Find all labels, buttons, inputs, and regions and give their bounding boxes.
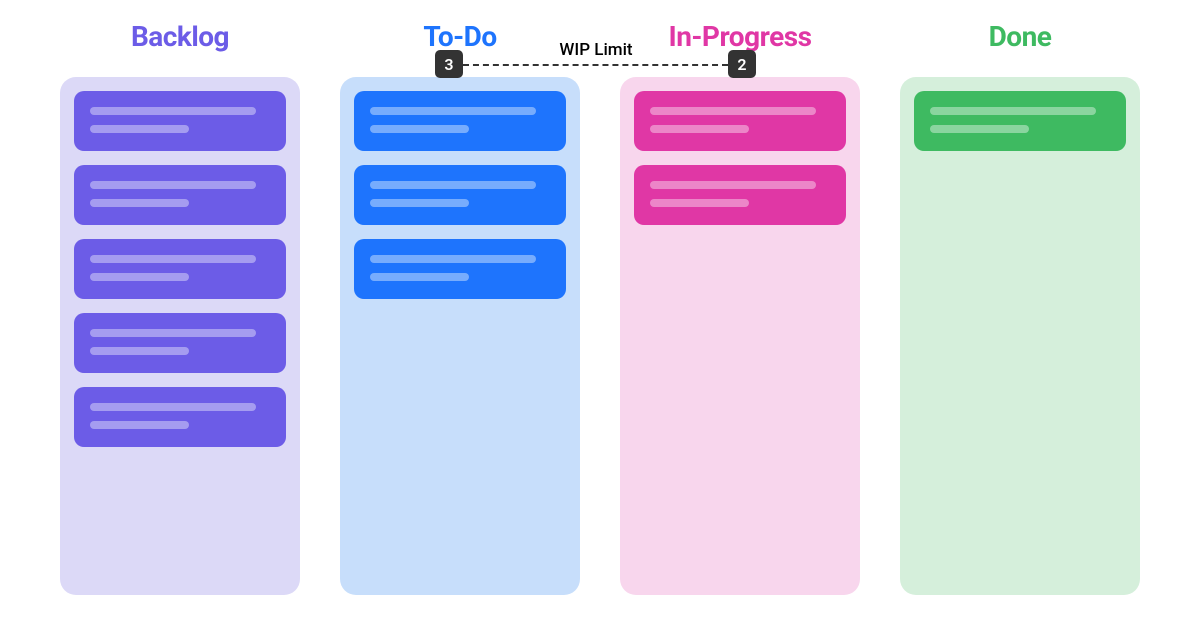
card-line-placeholder: [650, 125, 749, 133]
column-body[interactable]: [60, 77, 300, 595]
column-backlog: Backlog: [60, 20, 300, 595]
card-line-placeholder: [90, 329, 256, 337]
column-title: To-Do: [340, 20, 580, 53]
card-line-placeholder: [370, 199, 469, 207]
card-line-placeholder: [370, 181, 536, 189]
card-line-placeholder: [90, 421, 189, 429]
card-line-placeholder: [370, 273, 469, 281]
column-body[interactable]: [340, 77, 580, 595]
card-line-placeholder: [90, 125, 189, 133]
kanban-card[interactable]: [354, 91, 566, 151]
card-line-placeholder: [90, 181, 256, 189]
kanban-card[interactable]: [74, 387, 286, 447]
kanban-card[interactable]: [354, 165, 566, 225]
card-line-placeholder: [370, 125, 469, 133]
card-line-placeholder: [90, 255, 256, 263]
column-body[interactable]: [620, 77, 860, 595]
kanban-card[interactable]: [74, 239, 286, 299]
column-body[interactable]: [900, 77, 1140, 595]
column-title: Backlog: [60, 20, 300, 53]
column-done: Done: [900, 20, 1140, 595]
column-in-progress: In-Progress: [620, 20, 860, 595]
column-title: In-Progress: [620, 20, 860, 53]
card-line-placeholder: [90, 107, 256, 115]
kanban-card[interactable]: [634, 91, 846, 151]
kanban-card[interactable]: [354, 239, 566, 299]
card-line-placeholder: [930, 125, 1029, 133]
kanban-card[interactable]: [74, 91, 286, 151]
column-todo: To-Do: [340, 20, 580, 595]
card-line-placeholder: [90, 403, 256, 411]
card-line-placeholder: [650, 107, 816, 115]
card-line-placeholder: [90, 199, 189, 207]
card-line-placeholder: [90, 273, 189, 281]
column-title: Done: [900, 20, 1140, 53]
kanban-card[interactable]: [74, 165, 286, 225]
kanban-card[interactable]: [634, 165, 846, 225]
card-line-placeholder: [90, 347, 189, 355]
card-line-placeholder: [930, 107, 1096, 115]
kanban-board: 3 WIP Limit 2 Backlog: [0, 0, 1200, 635]
kanban-card[interactable]: [74, 313, 286, 373]
card-line-placeholder: [650, 181, 816, 189]
card-line-placeholder: [370, 255, 536, 263]
kanban-card[interactable]: [914, 91, 1126, 151]
card-line-placeholder: [370, 107, 536, 115]
card-line-placeholder: [650, 199, 749, 207]
